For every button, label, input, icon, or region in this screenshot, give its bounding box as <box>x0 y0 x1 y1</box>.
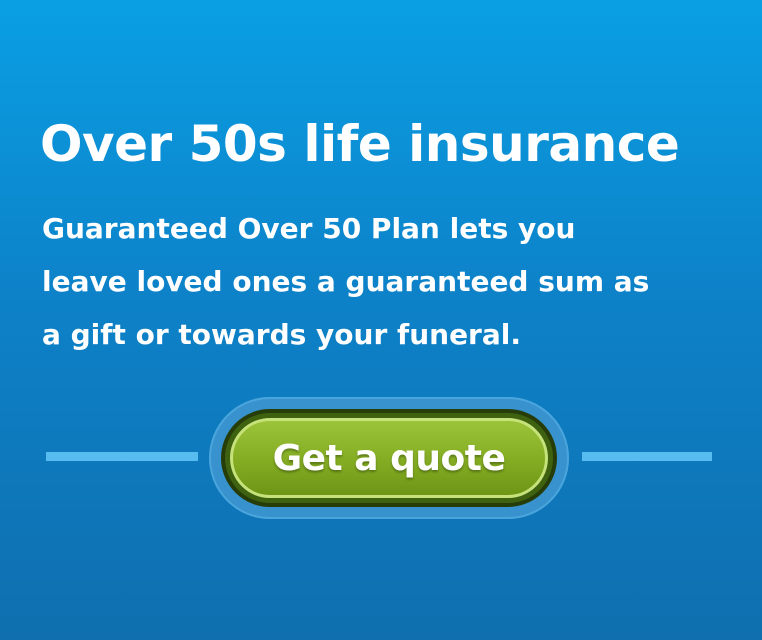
body-line: a gift or towards your funeral. <box>42 318 521 351</box>
body-line: leave loved ones a guaranteed sum as <box>42 265 650 298</box>
get-a-quote-button[interactable]: Get a quote <box>221 409 557 507</box>
body-line: Guaranteed Over 50 Plan lets you <box>42 212 576 245</box>
divider-right <box>582 452 712 461</box>
headline: Over 50s life insurance <box>40 115 680 173</box>
divider-left <box>46 452 198 461</box>
body-copy: Guaranteed Over 50 Plan lets you leave l… <box>42 202 732 361</box>
button-label: Get a quote <box>272 437 506 479</box>
ad-banner: Over 50s life insurance Guaranteed Over … <box>0 0 762 640</box>
button-face: Get a quote <box>230 418 548 498</box>
